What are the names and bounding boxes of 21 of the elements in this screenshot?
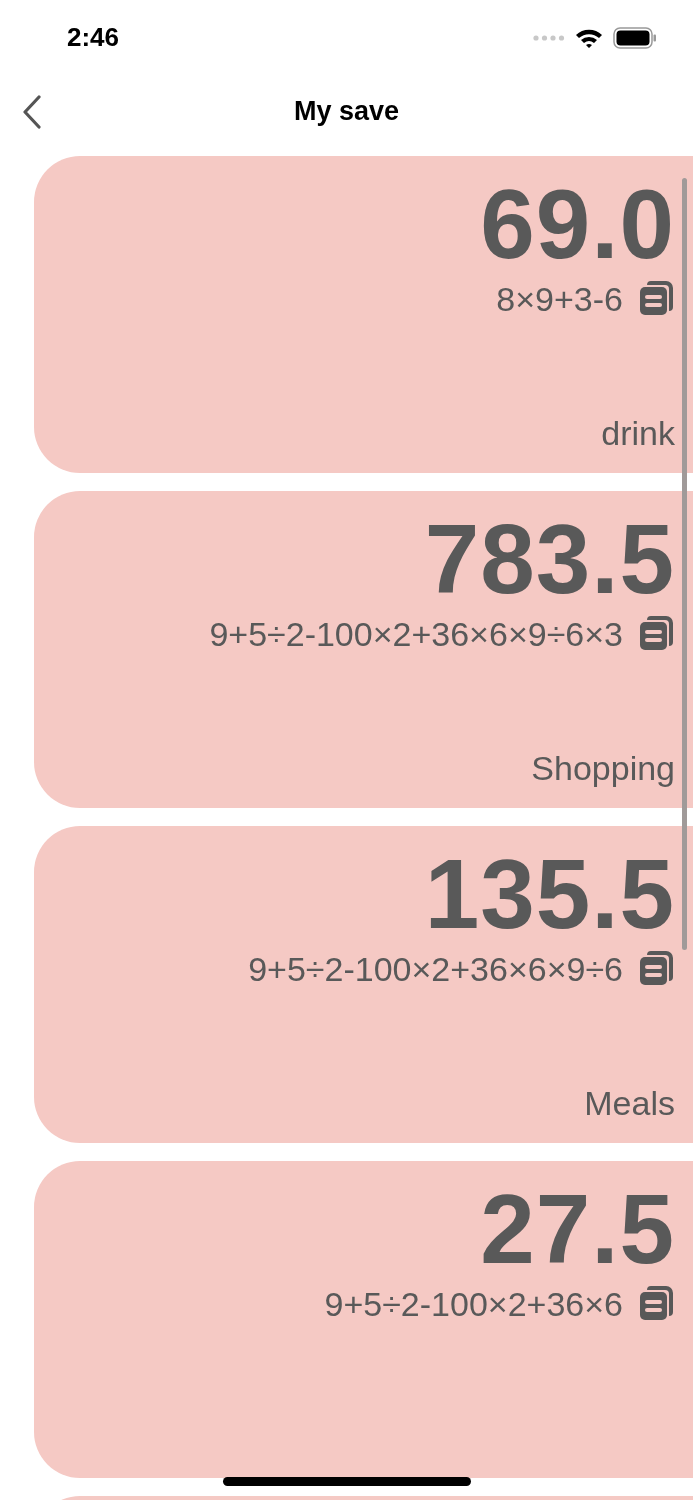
signal-icon [533,34,565,41]
battery-icon [613,26,657,49]
category-label: Meals [584,1084,675,1123]
category-label: drink [601,414,675,453]
expression-text: 9+5÷2-100×2+36×6×9÷6 [248,950,623,989]
expression-text: 9+5÷2-100×2+36×6×9÷6×3 [209,615,623,654]
saved-card[interactable]: 27.5 9+5÷2-100×2+36×6 [34,1161,693,1478]
status-time: 2:46 [67,22,120,53]
wifi-icon [575,27,603,48]
result-value: 783.5 [424,505,675,613]
saved-card[interactable]: 69.0 8×9+3-6 drink [34,156,693,473]
result-value: 135.5 [424,840,675,948]
expression-text: 9+5÷2-100×2+36×6 [324,1285,623,1324]
back-icon[interactable] [22,95,42,129]
saved-card[interactable]: 135.5 9+5÷2-100×2+36×6×9÷6 Meals [34,826,693,1143]
saved-card[interactable]: 783.5 9+5÷2-100×2+36×6×9÷6×3 Shopping [34,491,693,808]
result-value: 69.0 [480,170,675,278]
category-label: Shopping [531,749,675,788]
nav-title: My save [293,95,400,127]
result-value: 27.5 [480,1175,675,1283]
expression-text: 8×9+3-6 [496,280,623,319]
